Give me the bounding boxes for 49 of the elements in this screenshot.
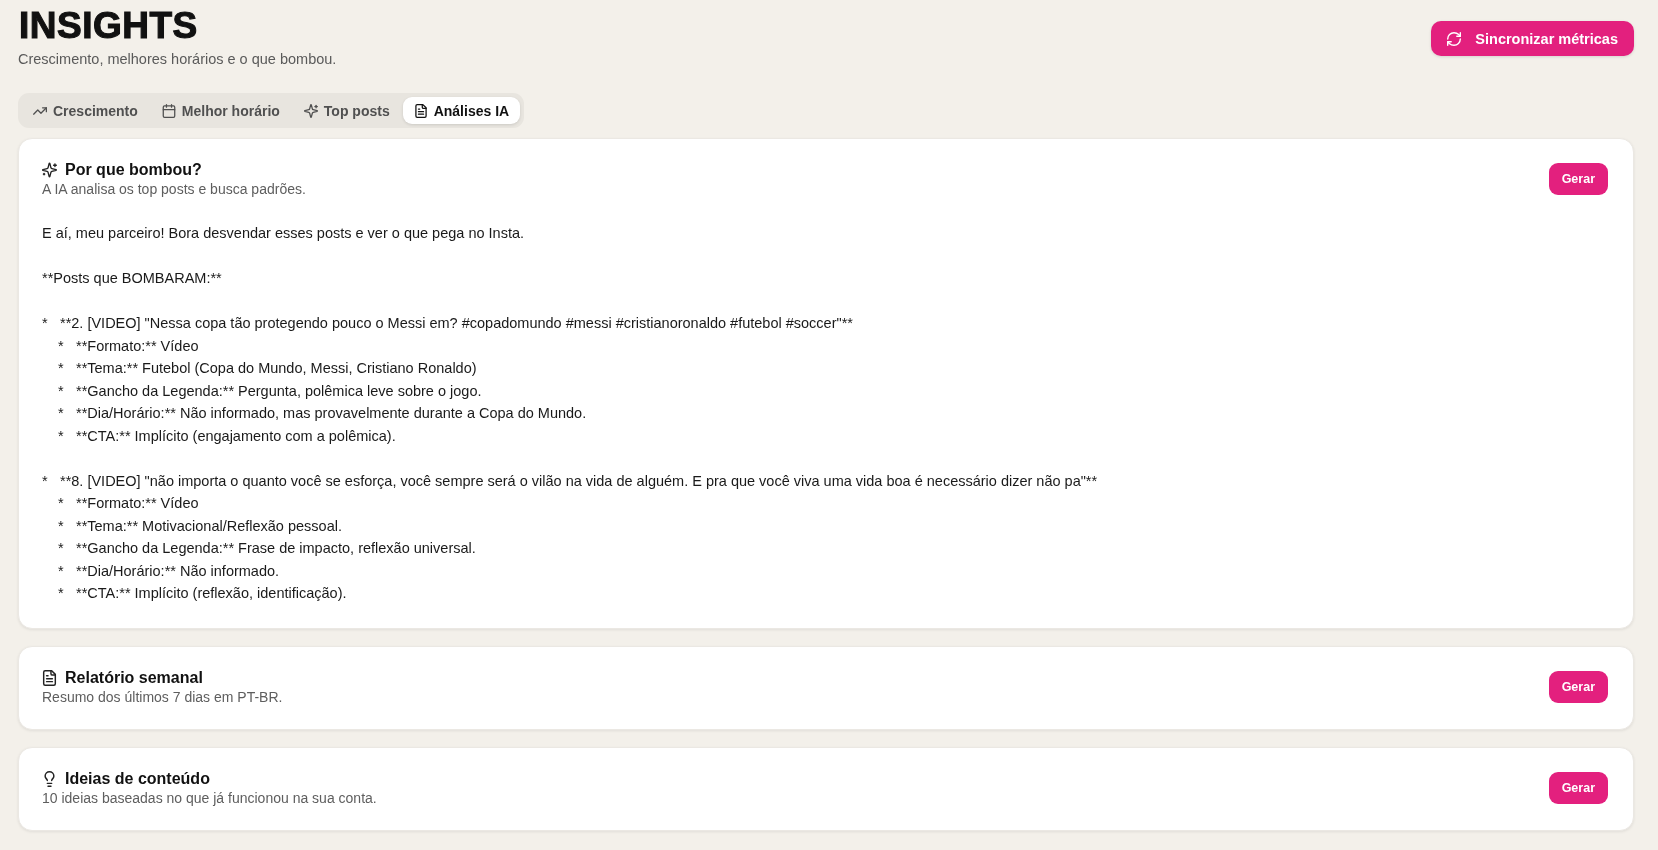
bullet-marker: * xyxy=(58,494,65,513)
document-icon xyxy=(413,103,428,118)
tab[interactable]: Crescimento xyxy=(22,97,149,124)
sparkle-icon xyxy=(42,162,57,178)
list-item-text: **CTA:** Implícito (reflexão, identificação). xyxy=(76,584,347,603)
tab[interactable]: Análises IA xyxy=(402,97,521,124)
bullet-marker: * xyxy=(58,359,65,378)
refresh-icon xyxy=(1447,31,1462,46)
bullet-marker: * xyxy=(58,516,65,536)
list-item-text: **CTA:** Implícito (engajamento com a polêmica). xyxy=(76,426,396,446)
card-subtitle: 10 ideias baseadas no que já funcionou na sua conta. xyxy=(42,788,377,807)
lightbulb-icon xyxy=(42,770,57,787)
card-subtitle: A IA analisa os top posts e busca padrões. xyxy=(42,180,306,198)
tab[interactable]: Melhor horário xyxy=(150,97,291,124)
sync-metrics-button[interactable]: Sincronizar métricas xyxy=(1431,21,1634,56)
bullet-marker: * xyxy=(58,426,65,446)
page-title: INSIGHTS xyxy=(18,6,199,46)
list-item-text: **Tema:** Motivacional/Reflexão pessoal. xyxy=(76,516,342,536)
document-icon xyxy=(42,669,57,686)
card-title: Ideias de conteúdo xyxy=(65,768,210,789)
bullet-marker: * xyxy=(58,584,65,603)
list-item-text: **Dia/Horário:** Não informado. xyxy=(76,561,280,581)
generate-button[interactable]: Gerar xyxy=(1548,163,1608,195)
bullet-marker: * xyxy=(58,336,65,356)
calendar-icon xyxy=(161,103,176,118)
page-subtitle: Crescimento, melhores horários e o que bombou. xyxy=(18,50,337,69)
list-item-text: **Dia/Horário:** Não informado, mas provavelmente durante a Copa do Mundo. xyxy=(76,404,587,423)
bullet-marker: * xyxy=(58,561,65,581)
bullet-marker: * xyxy=(58,381,65,401)
generate-button[interactable]: Gerar xyxy=(1548,771,1608,804)
list-item-text: **8. [VIDEO] "não importa o quanto você se esforça, você sempre será o vilão na vida de alguém. E pra que você viva uma vida boa é necessário dizer não pa"** xyxy=(60,471,1098,491)
list-item-text: **Formato:** Vídeo xyxy=(76,336,199,356)
bullet-marker: * xyxy=(58,539,65,558)
response-paragraph: **Posts que BOMBARAM:** xyxy=(42,269,223,288)
list-item-text: **Formato:** Vídeo xyxy=(76,494,199,513)
generate-button[interactable]: Gerar xyxy=(1548,670,1608,703)
bullet-marker: * xyxy=(42,314,49,333)
list-item-text: **2. [VIDEO] "Nessa copa tão protegendo pouco o Messi em? #copadomundo #messi #cristianoronaldo #futebol #soccer"** xyxy=(60,314,853,333)
bullet-marker: * xyxy=(42,471,49,491)
card-subtitle: Resumo dos últimos 7 dias em PT-BR. xyxy=(42,687,283,706)
bullet-marker: * xyxy=(58,404,65,423)
card-title: Relatório semanal xyxy=(65,667,203,688)
list-item-text: **Tema:** Futebol (Copa do Mundo, Messi, Cristiano Ronaldo) xyxy=(76,359,477,378)
tab[interactable]: Top posts xyxy=(292,97,401,124)
list-item-text: **Gancho da Legenda:** Frase de impacto, reflexão universal. xyxy=(76,539,476,558)
list-item-text: **Gancho da Legenda:** Pergunta, polêmica leve sobre o jogo. xyxy=(76,381,482,401)
card-title: Por que bombou? xyxy=(65,160,202,180)
sparkle-icon xyxy=(303,103,318,118)
response-paragraph: E aí, meu parceiro! Bora desvendar esses posts e ver o que pega no Insta. xyxy=(42,224,525,243)
